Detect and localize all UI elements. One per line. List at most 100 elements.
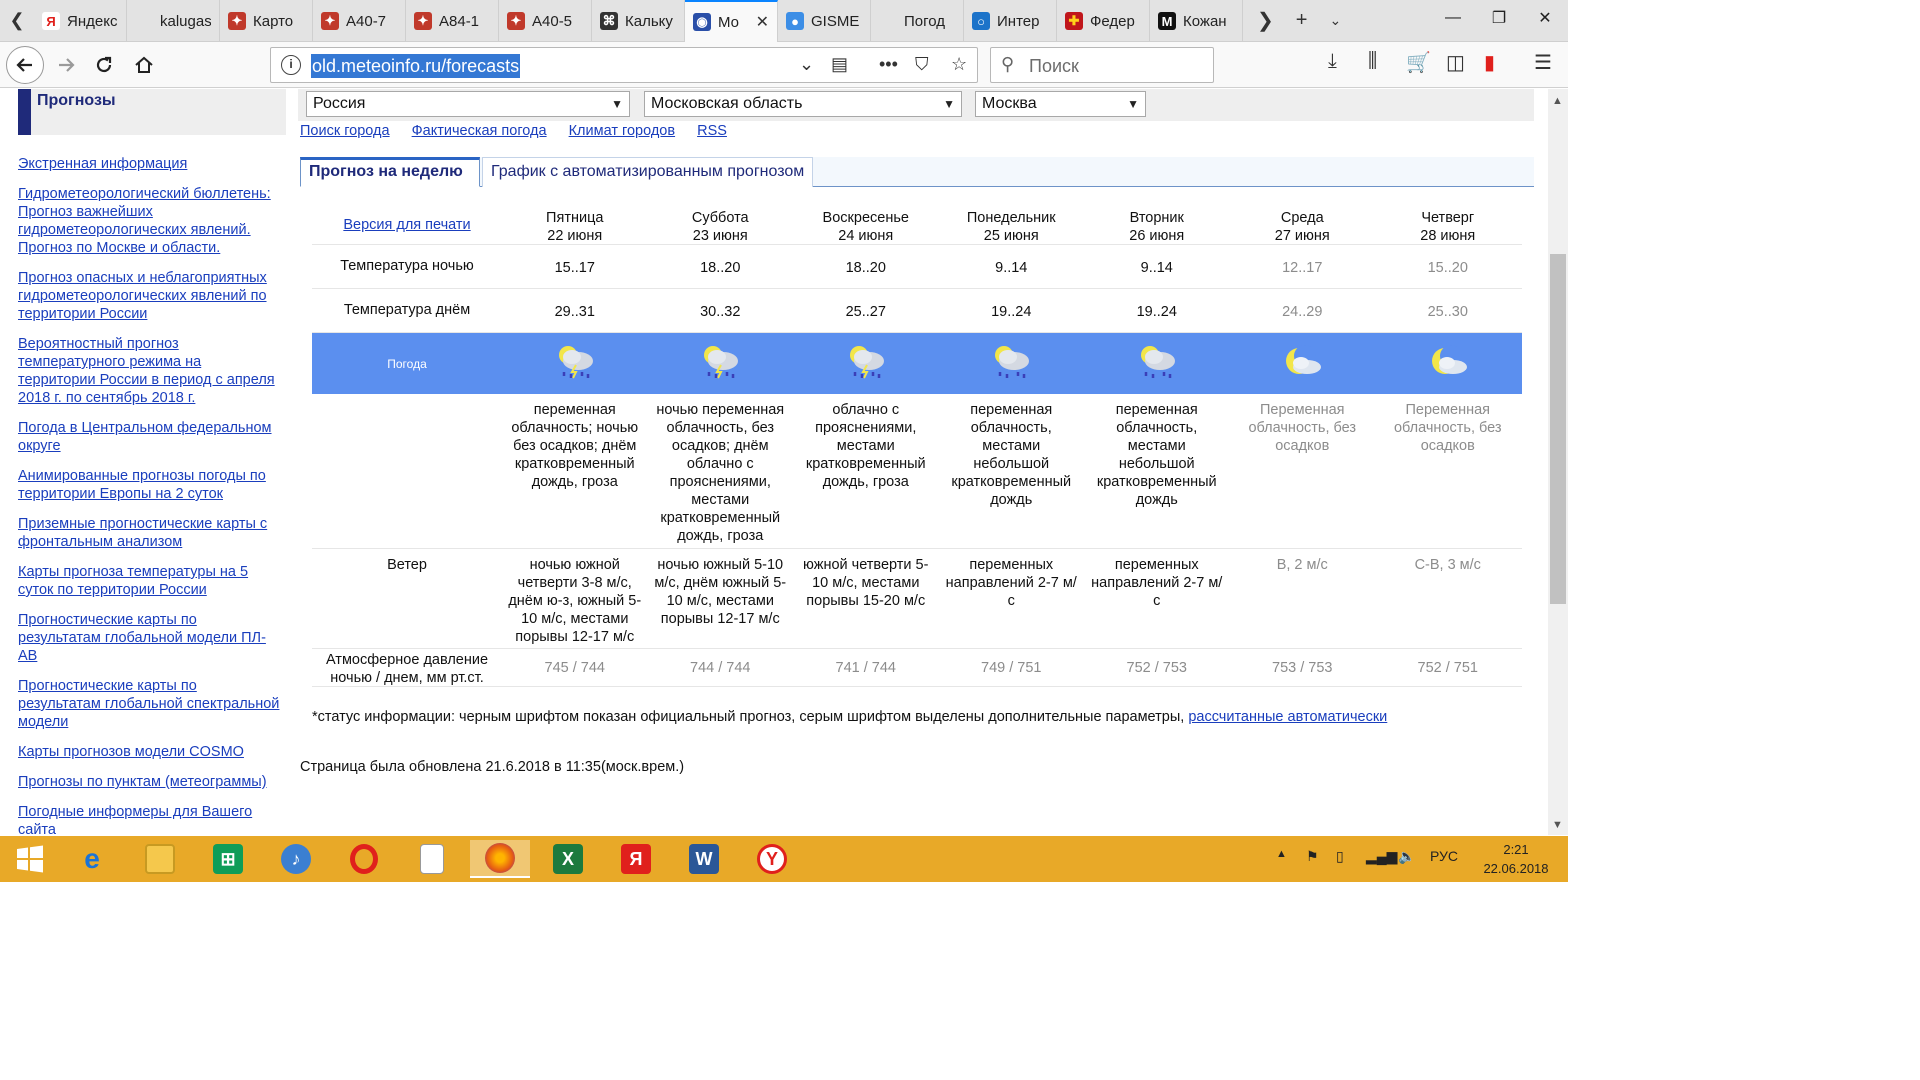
wind-value: южной четверти 5-10 м/с, местами порывы …	[803, 557, 929, 609]
tab-auto-chart[interactable]: График с автоматизированным прогнозом	[482, 157, 814, 187]
sidebar-toggle-icon[interactable]: ◫	[1446, 50, 1465, 75]
url-text[interactable]: old.meteoinfo.ru/forecasts	[311, 54, 521, 78]
library-icon[interactable]: ⫼	[1368, 50, 1377, 73]
browser-tab[interactable]: ✦ Карто	[220, 0, 313, 42]
tab-weekly-forecast[interactable]: Прогноз на неделю	[300, 157, 480, 187]
link-city-climate[interactable]: Климат городов	[569, 123, 675, 139]
link-city-search[interactable]: Поиск города	[300, 123, 390, 139]
sidebar-link[interactable]: Прогностические карты по результатам гло…	[18, 611, 282, 665]
pressure-value: 752 / 751	[1417, 660, 1478, 676]
day-date: 27 июня	[1274, 228, 1330, 244]
sidebar-link[interactable]: Гидрометеорологический бюллетень: Прогно…	[18, 185, 282, 257]
wind-value: ночью южный 5-10 м/с, днём южный 5-10 м/…	[654, 557, 787, 627]
network-icon[interactable]: ▂▄▆	[1366, 848, 1397, 865]
tabs-list-dropdown-icon[interactable]: ⌄	[1329, 12, 1341, 29]
country-select[interactable]: Россия ▼	[306, 91, 630, 117]
start-button[interactable]	[0, 840, 60, 878]
address-bar[interactable]: i old.meteoinfo.ru/forecasts ⌄ ▤ ••• ⛉ ☆	[270, 47, 978, 83]
home-button[interactable]	[128, 50, 160, 80]
region-select[interactable]: Московская область ▼	[644, 91, 962, 117]
battery-icon[interactable]: ▯	[1336, 848, 1344, 865]
browser-tab[interactable]: kalugasad	[127, 0, 220, 42]
sidebar-link[interactable]: Погода в Центральном федеральном округе	[18, 419, 282, 455]
clock-date: 22.06.2018	[1483, 861, 1549, 876]
taskbar-firefox[interactable]	[470, 840, 530, 878]
tray-expand-icon[interactable]: ▲	[1276, 848, 1287, 860]
sidebar-link[interactable]: Анимированные прогнозы погоды по террито…	[18, 467, 282, 503]
browser-tab[interactable]: ◉ Мо ✕	[685, 0, 778, 42]
url-dropdown-icon[interactable]: ⌄	[799, 54, 814, 75]
browser-tab[interactable]: ✦ А40-5	[499, 0, 592, 42]
browser-tab[interactable]: ○ Интер	[964, 0, 1057, 42]
day-date: 25 июня	[983, 228, 1039, 244]
auto-calc-link[interactable]: рассчитанные автоматически	[1188, 709, 1387, 725]
input-language[interactable]: РУС	[1430, 848, 1458, 864]
close-window-icon[interactable]: ✕	[1522, 0, 1568, 36]
browser-tab[interactable]: Погод	[871, 0, 964, 42]
tray-flag-icon[interactable]: ⚑	[1306, 848, 1319, 865]
taskbar-explorer[interactable]	[130, 840, 190, 878]
close-tab-icon[interactable]: ✕	[756, 12, 769, 32]
pocket-icon[interactable]: ⛉	[915, 54, 929, 75]
browser-tab[interactable]: ✦ А84-1	[406, 0, 499, 42]
browser-tab[interactable]: ● GISME	[778, 0, 871, 42]
bookmark-flag-icon[interactable]: ▮	[1484, 50, 1495, 75]
minimize-icon[interactable]: —	[1430, 0, 1476, 36]
link-actual-weather[interactable]: Фактическая погода	[412, 123, 547, 139]
taskbar-yandex-browser[interactable]: Y	[742, 840, 802, 878]
browser-tab[interactable]: ⌘ Кальку	[592, 0, 685, 42]
reload-button[interactable]	[88, 50, 120, 80]
day-date: 22 июня	[547, 228, 603, 244]
tabs-scroll-left-icon[interactable]: ❮	[0, 0, 34, 41]
weather-row: Погода	[312, 333, 1522, 394]
tab-bar: ❮ Я Яндекс kalugasad ✦ Карто ✦ А40-7 ✦ А84-1 ✦ А40…	[0, 0, 1568, 42]
menu-hamburger-icon[interactable]: ☰	[1534, 50, 1552, 75]
taskbar-word[interactable]: W	[674, 840, 734, 878]
sidebar-link[interactable]: Вероятностный прогноз температурного реж…	[18, 335, 282, 407]
taskbar-excel[interactable]: X	[538, 840, 598, 878]
browser-tab[interactable]: ✦ А40-7	[313, 0, 406, 42]
browser-tab[interactable]: ✚ Федер	[1057, 0, 1150, 42]
sidebar-link[interactable]: Прогностические карты по результатам гло…	[18, 677, 282, 731]
scroll-down-icon[interactable]: ▼	[1552, 819, 1563, 831]
page-actions-icon[interactable]: •••	[879, 54, 898, 75]
scrollbar-thumb[interactable]	[1550, 254, 1566, 604]
taskbar-store[interactable]: ⊞	[198, 840, 258, 878]
new-tab-icon[interactable]: +	[1296, 9, 1308, 32]
taskbar-document[interactable]	[402, 840, 462, 878]
day-temp-value: 25..30	[1427, 304, 1468, 320]
taskbar-ie[interactable]: e	[62, 840, 122, 878]
sidebar-link[interactable]: Прогноз опасных и неблагоприятных гидром…	[18, 269, 282, 323]
page-scrollbar[interactable]: ▲ ▼	[1548, 89, 1568, 835]
opera-icon	[350, 844, 378, 874]
sidebar-link[interactable]: Экстренная информация	[18, 155, 282, 173]
search-bar[interactable]: ⚲ Поиск	[990, 47, 1214, 83]
tab-title: Мо	[718, 13, 740, 31]
sidebar-link[interactable]: Приземные прогностические карты с фронта…	[18, 515, 282, 551]
taskbar-opera[interactable]	[334, 840, 394, 878]
print-version-link[interactable]: Версия для печати	[343, 217, 470, 233]
weather-description: переменная облачность; ночью без осадков…	[511, 402, 639, 490]
taskbar-media[interactable]: ♪	[266, 840, 326, 878]
taskbar-yandex[interactable]: Я	[606, 840, 666, 878]
sidebar-link[interactable]: Прогнозы по пунктам (метеограммы)	[18, 773, 282, 791]
bookmark-star-icon[interactable]: ☆	[951, 54, 967, 75]
forward-button[interactable]	[50, 50, 82, 80]
sidebar-link[interactable]: Карты прогноза температуры на 5 суток по…	[18, 563, 282, 599]
sidebar-link[interactable]: Погодные информеры для Вашего сайта	[18, 803, 282, 835]
scroll-up-icon[interactable]: ▲	[1552, 95, 1563, 107]
browser-tab[interactable]: Я Яндекс	[34, 0, 127, 42]
clock[interactable]: 2:21 22.06.2018	[1478, 840, 1554, 878]
volume-icon[interactable]: 🔈	[1398, 848, 1415, 865]
cart-icon[interactable]: 🛒	[1406, 50, 1431, 75]
tabs-scroll-right-icon[interactable]: ❯	[1257, 8, 1274, 33]
browser-tab[interactable]: M Кожан	[1150, 0, 1243, 42]
city-select[interactable]: Москва ▼	[975, 91, 1146, 117]
reader-view-icon[interactable]: ▤	[831, 54, 848, 75]
site-info-icon[interactable]: i	[281, 55, 301, 75]
back-button[interactable]	[6, 46, 44, 84]
link-rss[interactable]: RSS	[697, 123, 727, 139]
sidebar-link[interactable]: Карты прогнозов модели COSMO	[18, 743, 282, 761]
downloads-icon[interactable]: ⤓	[1328, 50, 1337, 73]
restore-icon[interactable]: ❐	[1476, 0, 1522, 36]
